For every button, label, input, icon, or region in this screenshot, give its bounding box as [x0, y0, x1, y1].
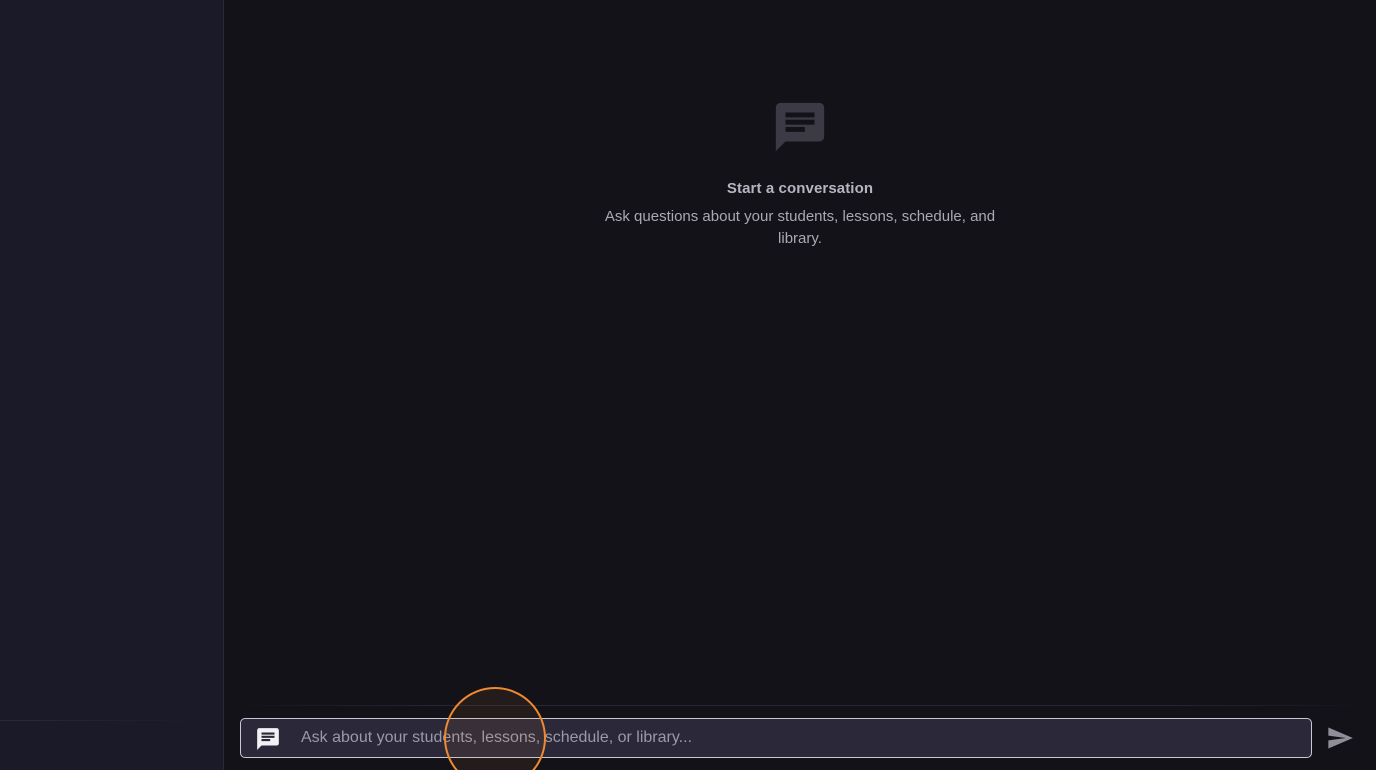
send-button[interactable]: [1325, 724, 1355, 752]
sidebar: [0, 0, 224, 770]
chat-bubble-icon: [775, 102, 825, 152]
chat-bubble-icon: [257, 728, 279, 750]
chat-app: Start a conversation Ask questions about…: [0, 0, 1376, 770]
empty-state-subtitle: Ask questions about your students, lesso…: [604, 208, 996, 247]
sidebar-divider: [0, 720, 200, 721]
empty-state-title: Start a conversation: [726, 180, 874, 197]
message-input[interactable]: [301, 719, 1291, 757]
chat-main: Start a conversation Ask questions about…: [224, 0, 1376, 770]
send-icon: [1328, 727, 1353, 749]
message-composer[interactable]: [240, 718, 1312, 758]
empty-state: Start a conversation Ask questions about…: [224, 98, 1376, 250]
composer-divider: [224, 705, 1376, 706]
